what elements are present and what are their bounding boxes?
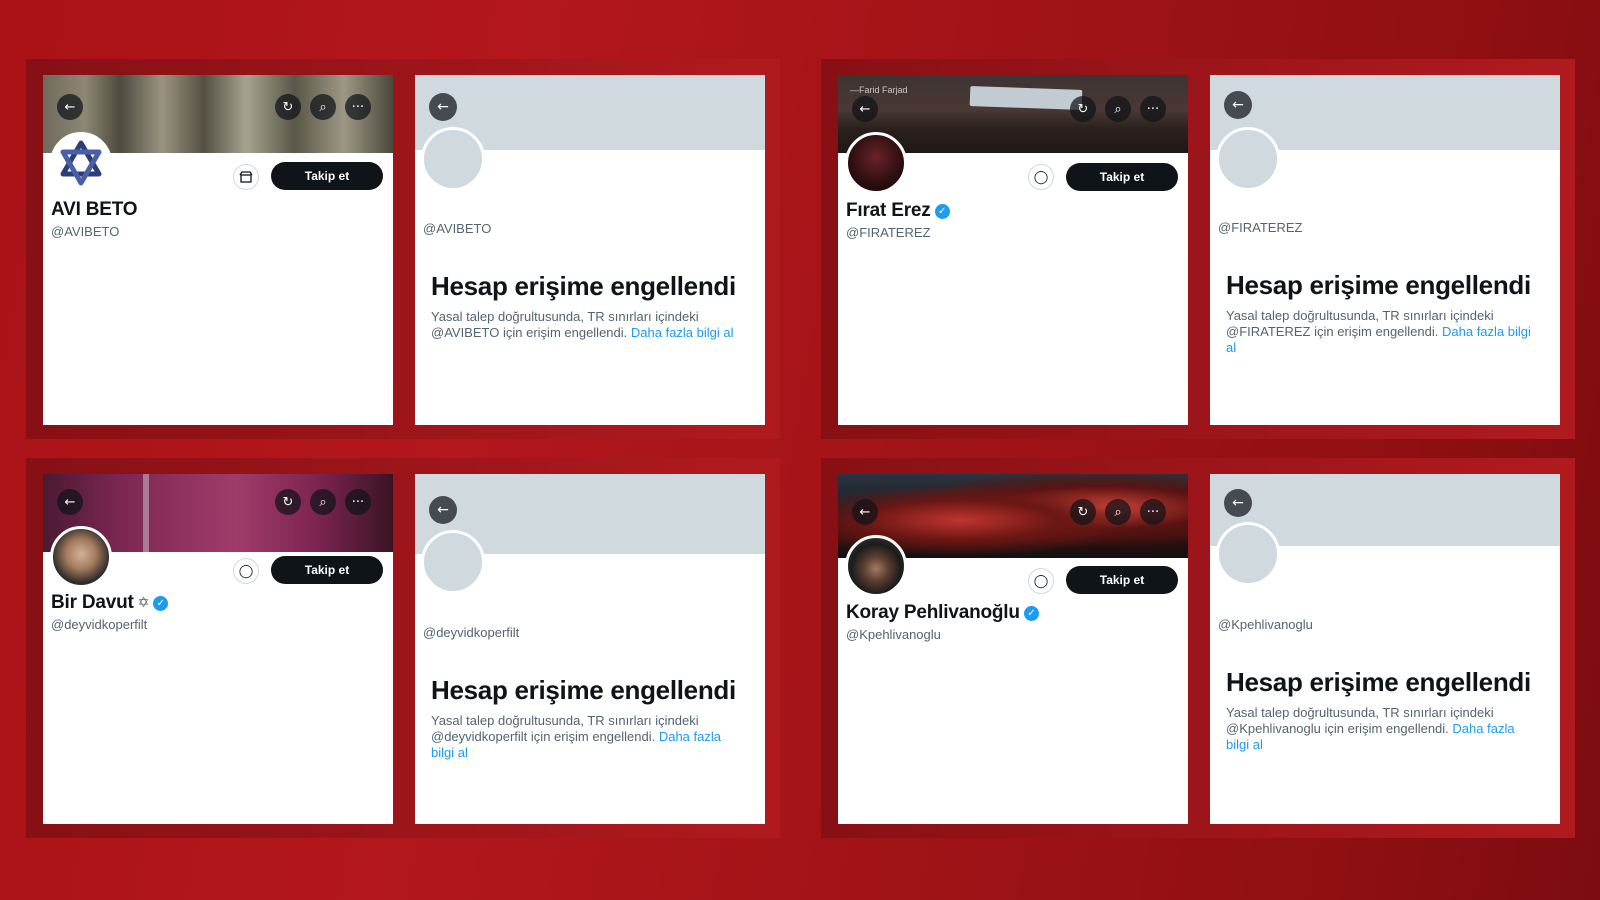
follow-button[interactable]: Takip et [271,162,383,190]
profile-handle: @deyvidkoperfilt [51,617,148,632]
avatar[interactable] [50,526,112,588]
profile-name: AVI BETO [51,199,138,221]
back-button[interactable]: ← [429,496,457,524]
search-button[interactable]: ⌕ [310,489,336,515]
back-button[interactable]: ← [57,94,83,120]
follow-button[interactable]: Takip et [271,556,383,584]
comparison-group-avibeto: ← ↻ ⌕ ··· Takip et AVI BETO @AVIBETO ← @… [26,59,780,439]
profile-name-text: AVI BETO [51,199,138,220]
withheld-message: Yasal talep doğrultusunda, TR sınırları … [431,713,741,761]
back-button[interactable]: ← [1224,91,1252,119]
profile-card: ← ↻ ⌕ ··· ◯ Takip et Koray Pehlivanoğlu … [838,474,1188,824]
withheld-text-handle: @FIRATEREZ [1226,324,1311,339]
withheld-text-after: için erişim engellendi. [1314,324,1439,339]
withheld-title: Hesap erişime engellendi [431,271,736,301]
placeholder-avatar [421,127,485,191]
back-button[interactable]: ← [57,489,83,515]
profile-name-text: Bir Davut [51,592,134,613]
back-button[interactable]: ← [852,96,878,122]
withheld-title: Hesap erişime engellendi [1226,667,1531,697]
placeholder-avatar [421,530,485,594]
avatar[interactable] [50,132,112,194]
repost-button[interactable]: ↻ [275,489,301,515]
withheld-text-before: Yasal talep doğrultusunda, TR sınırları … [1226,705,1494,720]
withheld-title: Hesap erişime engellendi [1226,270,1531,300]
more-button[interactable]: ··· [345,489,371,515]
repost-button[interactable]: ↻ [1070,96,1096,122]
withheld-card: ← @FIRATEREZ Hesap erişime engellendi Ya… [1210,75,1560,425]
follow-button[interactable]: Takip et [1066,163,1178,191]
withheld-handle: @Kpehlivanoglu [1218,617,1313,632]
search-button[interactable]: ⌕ [310,94,336,120]
verified-badge-icon: ✓ [1023,605,1039,621]
search-button[interactable]: ⌕ [1105,96,1131,122]
verified-badge-icon: ✓ [934,203,950,219]
repost-button[interactable]: ↻ [1070,499,1096,525]
back-button[interactable]: ← [852,499,878,525]
withheld-message: Yasal talep doğrultusunda, TR sınırları … [1226,308,1536,356]
more-button[interactable]: ··· [1140,96,1166,122]
placeholder-avatar [1216,522,1280,586]
profile-name: Bir Davut ✡ ✓ [51,592,169,614]
profile-name: Fırat Erez ✓ [846,200,950,222]
withheld-text-handle: @Kpehlivanoglu [1226,721,1321,736]
comparison-group-deyvidkoperfilt: ← ↻ ⌕ ··· ◯ Takip et Bir Davut ✡ ✓ @deyv… [26,458,780,838]
star-of-david-icon: ✡ [137,595,150,611]
withheld-card: ← @deyvidkoperfilt Hesap erişime engelle… [415,474,765,824]
withheld-text-handle: @AVIBETO [431,325,500,340]
star-of-david-logo-icon [60,140,102,186]
more-button[interactable]: ··· [1140,499,1166,525]
withheld-text-before: Yasal talep doğrultusunda, TR sınırları … [431,309,699,324]
repost-button[interactable]: ↻ [275,94,301,120]
avatar[interactable] [845,535,907,597]
withheld-handle: @AVIBETO [423,221,492,236]
profile-handle: @Kpehlivanoglu [846,627,941,642]
placeholder-avatar [1216,127,1280,191]
withheld-text-after: için erişim engellendi. [502,325,628,340]
learn-more-link[interactable]: Daha fazla bilgi al [631,325,734,340]
withheld-card: ← @Kpehlivanoglu Hesap erişime engellend… [1210,474,1560,824]
store-icon[interactable] [233,164,259,190]
withheld-handle: @FIRATEREZ [1218,220,1303,235]
comparison-group-kpehlivanoglu: ← ↻ ⌕ ··· ◯ Takip et Koray Pehlivanoğlu … [821,458,1575,838]
withheld-text-after: için erişim engellendi. [530,729,656,744]
message-icon[interactable]: ◯ [233,558,259,584]
banner-caption: —Farid Farjad [850,85,908,95]
profile-card: ← ↻ ⌕ ··· Takip et AVI BETO @AVIBETO [43,75,393,425]
banner-sign [969,86,1083,110]
verified-badge-icon: ✓ [153,595,169,611]
profile-name: Koray Pehlivanoğlu ✓ [846,602,1039,624]
profile-handle: @AVIBETO [51,224,120,239]
profile-handle: @FIRATEREZ [846,225,931,240]
withheld-message: Yasal talep doğrultusunda, TR sınırları … [1226,705,1536,753]
withheld-text-before: Yasal talep doğrultusunda, TR sınırları … [431,713,699,728]
back-button[interactable]: ← [1224,489,1252,517]
profile-card: ← ↻ ⌕ ··· ◯ Takip et Bir Davut ✡ ✓ @deyv… [43,474,393,824]
withheld-card: ← @AVIBETO Hesap erişime engellendi Yasa… [415,75,765,425]
banner-pole [143,474,149,552]
search-button[interactable]: ⌕ [1105,499,1131,525]
withheld-title: Hesap erişime engellendi [431,675,736,705]
withheld-text-handle: @deyvidkoperfilt [431,729,528,744]
withheld-handle: @deyvidkoperfilt [423,625,520,640]
back-button[interactable]: ← [429,93,457,121]
more-button[interactable]: ··· [345,94,371,120]
follow-button[interactable]: Takip et [1066,566,1178,594]
withheld-text-after: için erişim engellendi. [1324,721,1449,736]
withheld-text-before: Yasal talep doğrultusunda, TR sınırları … [1226,308,1494,323]
profile-name-text: Koray Pehlivanoğlu [846,602,1020,623]
withheld-message: Yasal talep doğrultusunda, TR sınırları … [431,309,741,341]
message-icon[interactable]: ◯ [1028,164,1054,190]
message-icon[interactable]: ◯ [1028,568,1054,594]
profile-card: —Farid Farjad ← ↻ ⌕ ··· ◯ Takip et Fırat… [838,75,1188,425]
comparison-group-firaterez: —Farid Farjad ← ↻ ⌕ ··· ◯ Takip et Fırat… [821,59,1575,439]
profile-name-text: Fırat Erez [846,200,931,221]
avatar[interactable] [845,132,907,194]
